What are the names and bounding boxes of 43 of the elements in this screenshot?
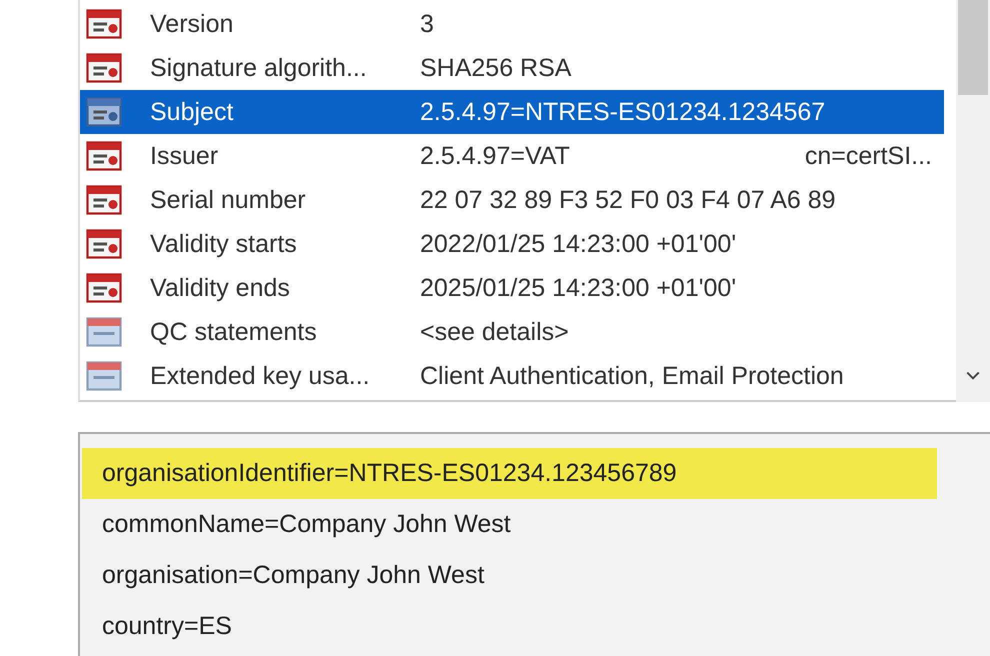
field-value: 22 07 32 89 F3 52 F0 03 F4 07 A6 89 xyxy=(420,186,836,214)
certificate-icon xyxy=(86,97,122,127)
certificate-icon xyxy=(86,9,122,39)
field-value: 2.5.4.97=VAT xyxy=(420,142,570,170)
field-name: Subject xyxy=(150,98,234,126)
scrollbar[interactable] xyxy=(956,0,990,402)
field-value: Client Authentication, Email Protection xyxy=(420,362,844,390)
field-value: cn=certSI... xyxy=(804,142,932,170)
detail-line: organisation=Company John West xyxy=(101,560,486,591)
field-row[interactable]: Signature algorith... SHA256 RSA xyxy=(80,46,944,90)
field-value: <see details> xyxy=(420,318,569,346)
field-name: Validity starts xyxy=(150,230,298,258)
field-value: 3 xyxy=(420,10,434,38)
field-name: Validity ends xyxy=(150,274,291,302)
field-row[interactable]: Issuer 2.5.4.97=VAT cn=certSI... xyxy=(80,134,944,178)
field-value: 2.5.4.97=NTRES-ES01234.1234567 xyxy=(420,98,826,126)
certificate-icon xyxy=(86,141,122,171)
field-row[interactable]: Version 3 xyxy=(80,2,944,46)
field-row[interactable]: Subject 2.5.4.97=NTRES-ES01234.1234567 xyxy=(80,90,944,134)
certificate-icon xyxy=(86,53,122,83)
chevron-down-icon[interactable] xyxy=(965,370,981,382)
detail-line: country=ES xyxy=(101,611,233,642)
field-name: Signature algorith... xyxy=(150,54,368,82)
certificate-icon xyxy=(86,273,122,303)
field-row[interactable]: Validity starts 2022/01/25 14:23:00 +01'00' xyxy=(80,222,944,266)
field-name: Extended key usa... xyxy=(150,362,371,390)
field-name: QC statements xyxy=(150,318,318,346)
field-name: Version xyxy=(150,10,234,38)
field-name: Serial number xyxy=(150,186,307,214)
field-name: Issuer xyxy=(150,142,220,170)
field-value: SHA256 RSA xyxy=(420,54,572,82)
certificate-icon xyxy=(86,229,122,259)
field-row[interactable]: QC statements <see details> xyxy=(80,310,944,354)
field-row[interactable]: Extended key usa... Client Authentication, Email Protection xyxy=(80,354,944,398)
field-value: 2025/01/25 14:23:00 +01'00' xyxy=(420,274,736,302)
scroll-thumb[interactable] xyxy=(958,0,988,95)
field-row[interactable]: Validity ends 2025/01/25 14:23:00 +01'00' xyxy=(80,266,944,310)
certificate-icon xyxy=(86,317,122,347)
certificate-icon xyxy=(86,361,122,391)
field-value: 2022/01/25 14:23:00 +01'00' xyxy=(420,230,736,258)
detail-line: commonName=Company John West xyxy=(101,509,512,540)
certificate-icon xyxy=(86,185,122,215)
field-row[interactable]: Serial number 22 07 32 89 F3 52 F0 03 F4 07 A6 89 xyxy=(80,178,944,222)
